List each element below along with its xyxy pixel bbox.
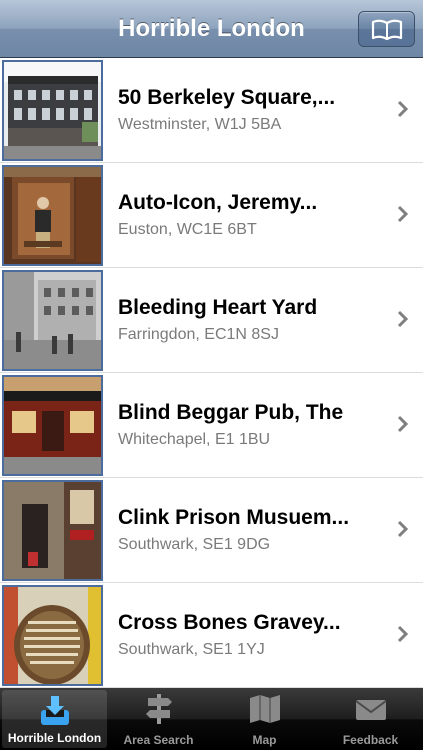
item-subtitle: Southwark, SE1 1YJ xyxy=(118,641,265,658)
item-title: Clink Prison Musuem... xyxy=(118,506,350,529)
item-title: Cross Bones Gravey... xyxy=(118,611,341,634)
navigation-bar: Horrible London xyxy=(0,0,423,58)
item-title: 50 Berkeley Square,... xyxy=(118,86,336,109)
location-list: 50 Berkeley Square,... Westminster, W1J … xyxy=(0,58,423,688)
thumbnail-image xyxy=(2,585,103,686)
chevron-right-icon xyxy=(397,205,409,223)
list-item[interactable]: Clink Prison Musuem... Southwark, SE1 9D… xyxy=(0,478,423,583)
envelope-icon xyxy=(354,700,387,720)
item-title: Blind Beggar Pub, The xyxy=(118,401,344,424)
item-title: Auto-Icon, Jeremy... xyxy=(118,191,318,214)
thumbnail-image xyxy=(2,165,103,266)
item-subtitle: Westminster, W1J 5BA xyxy=(118,116,282,133)
thumbnail-image xyxy=(2,480,103,581)
tab-bar: Horrible London Area Search Map Feedback xyxy=(0,688,423,750)
thumbnail-image xyxy=(2,375,103,476)
tab-label: Feedback xyxy=(342,733,399,747)
thumbnail-image xyxy=(2,270,103,371)
tab-area-search[interactable]: Area Search xyxy=(106,688,211,750)
chevron-right-icon xyxy=(397,415,409,433)
chevron-right-icon xyxy=(397,100,409,118)
tab-label: Horrible London xyxy=(7,731,102,745)
item-subtitle: Euston, WC1E 6BT xyxy=(118,221,257,238)
tab-label: Area Search xyxy=(123,733,194,747)
tab-horrible-london[interactable]: Horrible London xyxy=(2,690,107,748)
list-item[interactable]: Auto-Icon, Jeremy... Euston, WC1E 6BT xyxy=(0,163,423,268)
chevron-right-icon xyxy=(397,310,409,328)
chevron-right-icon xyxy=(397,625,409,643)
item-subtitle: Farringdon, EC1N 8SJ xyxy=(118,326,279,343)
item-subtitle: Southwark, SE1 9DG xyxy=(118,536,271,553)
book-button[interactable] xyxy=(358,11,415,47)
item-title: Bleeding Heart Yard xyxy=(118,296,318,319)
list-item[interactable]: Cross Bones Gravey... Southwark, SE1 1YJ xyxy=(0,583,423,688)
tab-label: Map xyxy=(252,733,277,747)
item-subtitle: Whitechapel, E1 1BU xyxy=(118,431,271,448)
download-tray-icon xyxy=(40,696,69,725)
book-icon xyxy=(371,19,403,41)
signpost-icon xyxy=(145,694,172,724)
tab-feedback[interactable]: Feedback xyxy=(318,688,423,750)
list-item[interactable]: Blind Beggar Pub, The Whitechapel, E1 1B… xyxy=(0,373,423,478)
thumbnail-image xyxy=(2,60,103,161)
list-item[interactable]: Bleeding Heart Yard Farringdon, EC1N 8SJ xyxy=(0,268,423,373)
map-icon xyxy=(249,695,280,723)
chevron-right-icon xyxy=(397,520,409,538)
tab-map[interactable]: Map xyxy=(212,688,317,750)
list-item[interactable]: 50 Berkeley Square,... Westminster, W1J … xyxy=(0,58,423,163)
